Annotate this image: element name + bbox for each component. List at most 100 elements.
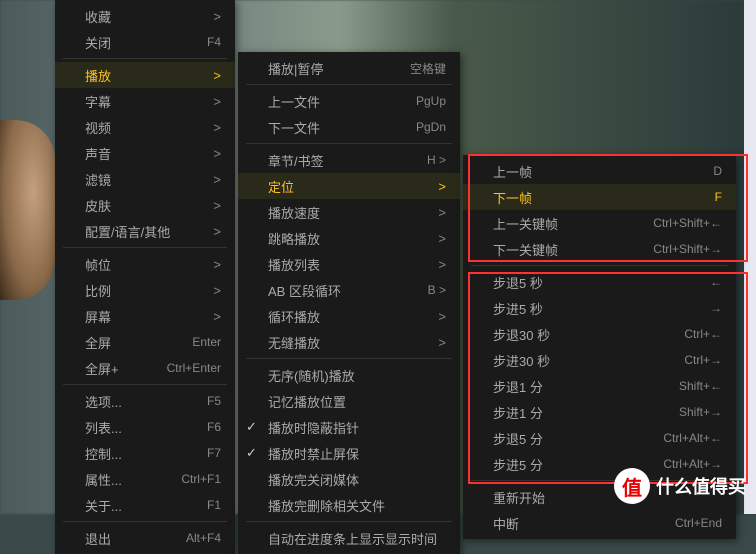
playback-menu-item-8[interactable]: 跳略播放> — [238, 225, 460, 251]
seek-menu-item-8[interactable]: 步进30 秒Ctrl+→ — [463, 347, 736, 373]
menu-item-shortcut: 空格键 — [410, 60, 446, 77]
menu-item-label: 播放列表 — [268, 255, 320, 274]
menu-item-shortcut: Ctrl+Shift+→ — [653, 242, 722, 256]
seek-menu-item-11[interactable]: 步退5 分Ctrl+Alt+← — [463, 425, 736, 451]
playback-menu-item-11[interactable]: 循环播放 > — [238, 303, 460, 329]
watermark-logo: 值 什么值得买 — [614, 468, 746, 504]
playback-menu-item-6[interactable]: 定位> — [238, 173, 460, 199]
main-menu-item-9[interactable]: 配置/语言/其他> — [55, 218, 235, 244]
playback-menu-item-12[interactable]: 无缝播放> — [238, 329, 460, 355]
check-icon: ✓ — [246, 419, 257, 435]
menu-item-label: AB 区段循环 — [268, 281, 341, 300]
menu-item-label: 屏幕 — [85, 307, 111, 326]
menu-item-label: 重新开始 — [493, 488, 545, 507]
chevron-right-icon: > — [438, 205, 446, 220]
main-menu-item-21[interactable]: 关于...F1 — [55, 492, 235, 518]
chevron-right-icon: > — [438, 309, 446, 324]
menu-item-shortcut: F7 — [207, 446, 221, 460]
menu-item-label: 播放 — [85, 66, 111, 85]
seek-menu-item-6[interactable]: 步进5 秒→ — [463, 295, 736, 321]
main-menu-item-1[interactable]: 关闭F4 — [55, 29, 235, 55]
menu-item-label: 属性... — [85, 470, 122, 489]
playback-menu-item-15[interactable]: 记忆播放位置 — [238, 388, 460, 414]
main-menu-item-6[interactable]: 声音> — [55, 140, 235, 166]
playback-menu-separator — [246, 143, 452, 144]
playback-menu-item-7[interactable]: 播放速度 > — [238, 199, 460, 225]
main-menu-item-8[interactable]: 皮肤> — [55, 192, 235, 218]
submenu-playback[interactable]: 播放|暂停空格键上一文件PgUp下一文件PgDn章节/书签H >定位>播放速度>… — [238, 52, 460, 554]
menu-item-label: 播放时禁止屏保 — [268, 444, 359, 463]
main-menu-item-19[interactable]: 控制... F7 — [55, 440, 235, 466]
menu-item-shortcut: F4 — [207, 35, 221, 49]
seek-menu-item-9[interactable]: 步退1 分Shift+← — [463, 373, 736, 399]
main-menu-item-13[interactable]: 屏幕 > — [55, 303, 235, 329]
menu-item-label: 循环播放 — [268, 307, 320, 326]
chevron-right-icon: > — [213, 309, 221, 324]
menu-item-shortcut: Ctrl+Shift+← — [653, 216, 722, 230]
menu-item-label: 视频 — [85, 118, 111, 137]
seek-menu-item-5[interactable]: 步退5 秒← — [463, 269, 736, 295]
playback-menu-separator — [246, 84, 452, 85]
menu-item-shortcut: B > — [428, 283, 446, 297]
menu-item-label: 无序(随机)播放 — [268, 366, 355, 385]
logo-icon: 值 — [614, 468, 650, 504]
menu-item-label: 无缝播放 — [268, 333, 320, 352]
seek-menu-item-2[interactable]: 上一关键帧Ctrl+Shift+← — [463, 210, 736, 236]
menu-item-shortcut: Ctrl+→ — [684, 353, 722, 367]
menu-item-label: 下一帧 — [493, 188, 532, 207]
menu-item-label: 比例 — [85, 281, 111, 300]
main-menu-item-12[interactable]: 比例 > — [55, 277, 235, 303]
chevron-right-icon: > — [438, 231, 446, 246]
main-menu-item-15[interactable]: 全屏+Ctrl+Enter — [55, 355, 235, 381]
seek-menu-item-3[interactable]: 下一关键帧Ctrl+Shift+→ — [463, 236, 736, 262]
playback-menu-item-21[interactable]: 自动在进度条上显示显示时间 — [238, 525, 460, 551]
playback-menu-item-17[interactable]: ✓播放时禁止屏保 — [238, 440, 460, 466]
chevron-right-icon: > — [213, 283, 221, 298]
playback-menu-item-0[interactable]: 播放|暂停空格键 — [238, 55, 460, 81]
menu-item-label: 控制... — [85, 444, 122, 463]
main-menu-item-0[interactable]: 收藏> — [55, 3, 235, 29]
chevron-right-icon: > — [213, 198, 221, 213]
playback-menu-item-19[interactable]: 播放完删除相关文件 — [238, 492, 460, 518]
menu-item-label: 自动在进度条上显示显示时间 — [268, 529, 437, 548]
main-menu-item-17[interactable]: 选项...F5 — [55, 388, 235, 414]
seek-menu-item-0[interactable]: 上一帧D — [463, 158, 736, 184]
seek-menu-item-10[interactable]: 步进1 分Shift+→ — [463, 399, 736, 425]
menu-item-label: 定位 — [268, 177, 294, 196]
menu-item-shortcut: F1 — [207, 498, 221, 512]
context-menu-main[interactable]: 收藏>关闭F4播放>字幕>视频>声音>滤镜>皮肤>配置/语言/其他>帧位>比例>… — [55, 0, 235, 554]
menu-item-label: 选项... — [85, 392, 122, 411]
playback-menu-item-18[interactable]: 播放完关闭媒体 — [238, 466, 460, 492]
menu-item-shortcut: Ctrl+F1 — [181, 472, 221, 486]
playback-menu-item-3[interactable]: 下一文件PgDn — [238, 114, 460, 140]
main-menu-item-4[interactable]: 字幕> — [55, 88, 235, 114]
playback-menu-item-2[interactable]: 上一文件PgUp — [238, 88, 460, 114]
menu-item-shortcut: PgDn — [416, 120, 446, 134]
logo-text: 什么值得买 — [656, 473, 746, 499]
menu-item-shortcut: F6 — [207, 420, 221, 434]
playback-menu-item-14[interactable]: 无序(随机)播放 — [238, 362, 460, 388]
main-menu-item-18[interactable]: 列表...F6 — [55, 414, 235, 440]
playback-menu-item-9[interactable]: 播放列表 > — [238, 251, 460, 277]
main-menu-item-20[interactable]: 属性... Ctrl+F1 — [55, 466, 235, 492]
main-menu-item-23[interactable]: 退出Alt+F4 — [55, 525, 235, 551]
seek-menu-separator — [471, 265, 728, 266]
seek-menu-item-1[interactable]: 下一帧F — [463, 184, 736, 210]
menu-item-label: 播放速度 — [268, 203, 320, 222]
main-menu-item-11[interactable]: 帧位> — [55, 251, 235, 277]
menu-item-label: 收藏 — [85, 7, 111, 26]
playback-menu-item-10[interactable]: AB 区段循环 B > — [238, 277, 460, 303]
menu-item-shortcut: Ctrl+Enter — [167, 361, 221, 375]
main-menu-item-7[interactable]: 滤镜> — [55, 166, 235, 192]
menu-item-label: 步进5 分 — [493, 455, 543, 474]
playback-menu-item-16[interactable]: ✓播放时隐蔽指针 — [238, 414, 460, 440]
chevron-right-icon: > — [213, 68, 221, 83]
main-menu-item-3[interactable]: 播放 > — [55, 62, 235, 88]
playback-menu-item-5[interactable]: 章节/书签H > — [238, 147, 460, 173]
main-menu-item-5[interactable]: 视频> — [55, 114, 235, 140]
main-menu-item-14[interactable]: 全屏Enter — [55, 329, 235, 355]
chevron-right-icon: > — [438, 257, 446, 272]
menu-item-shortcut: Shift+← — [679, 379, 722, 393]
seek-menu-item-7[interactable]: 步退30 秒Ctrl+← — [463, 321, 736, 347]
menu-item-label: 步进1 分 — [493, 403, 543, 422]
